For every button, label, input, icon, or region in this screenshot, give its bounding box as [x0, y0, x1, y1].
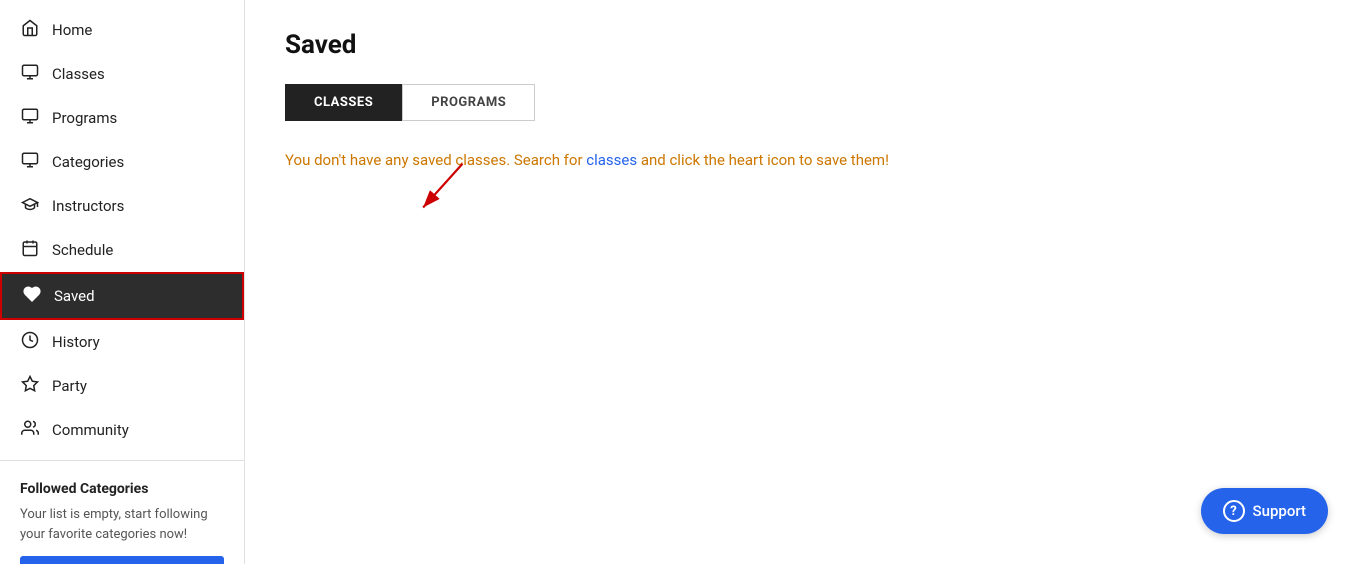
- sidebar-item-community-label: Community: [52, 421, 129, 439]
- schedule-icon: [20, 239, 40, 261]
- empty-message: You don't have any saved classes. Search…: [285, 151, 1318, 169]
- followed-categories-title: Followed Categories: [20, 481, 224, 497]
- page-title: Saved: [285, 30, 1318, 60]
- sidebar-item-categories[interactable]: Categories: [0, 140, 244, 184]
- categories-icon: [20, 151, 40, 173]
- sidebar-item-saved-label: Saved: [54, 287, 95, 305]
- followed-categories-text: Your list is empty, start following your…: [20, 505, 224, 544]
- sidebar-item-history-label: History: [52, 333, 100, 351]
- sidebar-item-classes[interactable]: Classes: [0, 52, 244, 96]
- empty-message-prefix: You don't have any saved classes. Search…: [285, 151, 586, 169]
- classes-icon: [20, 63, 40, 85]
- sidebar-item-instructors[interactable]: Instructors: [0, 184, 244, 228]
- sidebar-item-programs[interactable]: Programs: [0, 96, 244, 140]
- sidebar-item-history[interactable]: History: [0, 320, 244, 364]
- saved-icon: [22, 285, 42, 307]
- home-icon: [20, 19, 40, 41]
- party-icon: [20, 375, 40, 397]
- sidebar: Home Classes Programs Categories: [0, 0, 245, 564]
- history-icon: [20, 331, 40, 353]
- programs-icon: [20, 107, 40, 129]
- sidebar-item-party[interactable]: Party: [0, 364, 244, 408]
- support-icon: ?: [1223, 500, 1245, 522]
- classes-link[interactable]: classes: [586, 151, 637, 169]
- sidebar-item-community[interactable]: Community: [0, 408, 244, 452]
- sidebar-item-home-label: Home: [52, 21, 92, 39]
- sidebar-nav: Home Classes Programs Categories: [0, 0, 244, 564]
- main-content: Saved CLASSES PROGRAMS You don't have an…: [245, 0, 1358, 564]
- sidebar-item-instructors-label: Instructors: [52, 197, 124, 215]
- support-button[interactable]: ? Support: [1201, 488, 1328, 534]
- sidebar-item-programs-label: Programs: [52, 109, 117, 127]
- sidebar-item-classes-label: Classes: [52, 65, 105, 83]
- tab-classes[interactable]: CLASSES: [285, 84, 402, 121]
- community-icon: [20, 419, 40, 441]
- tab-programs[interactable]: PROGRAMS: [402, 84, 535, 121]
- sidebar-divider: [0, 460, 244, 461]
- sidebar-item-categories-label: Categories: [52, 153, 124, 171]
- tabs-container: CLASSES PROGRAMS: [285, 84, 1318, 121]
- sidebar-item-home[interactable]: Home: [0, 8, 244, 52]
- sidebar-item-party-label: Party: [52, 377, 87, 395]
- take-me-to-categories-button[interactable]: TAKE ME TO CATEGORIES PAGE: [20, 556, 224, 564]
- empty-message-suffix: and click the heart icon to save them!: [637, 151, 889, 169]
- sidebar-item-schedule-label: Schedule: [52, 241, 113, 259]
- sidebar-item-schedule[interactable]: Schedule: [0, 228, 244, 272]
- support-label: Support: [1253, 502, 1306, 520]
- sidebar-item-saved[interactable]: Saved: [0, 272, 244, 320]
- instructors-icon: [20, 195, 40, 217]
- followed-categories-section: Followed Categories Your list is empty, …: [0, 469, 244, 564]
